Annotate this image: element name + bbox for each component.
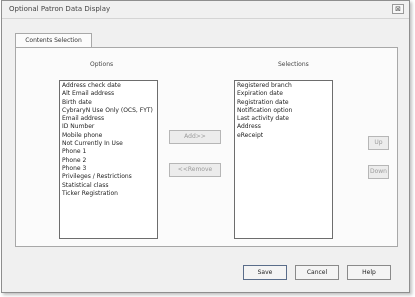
options-label: Options xyxy=(90,61,114,68)
remove-button[interactable]: <<Remove xyxy=(169,163,221,177)
selections-label: Selections xyxy=(278,61,309,68)
list-item[interactable]: Phone 3 xyxy=(62,165,155,173)
tab-contents-selection[interactable]: Contents Selection xyxy=(15,33,92,48)
list-item[interactable]: Last activity date xyxy=(237,115,330,123)
list-item[interactable]: Address xyxy=(237,123,330,131)
selections-listbox[interactable]: Registered branch Expiration date Regist… xyxy=(234,80,333,239)
list-item[interactable]: Statistical class xyxy=(62,182,155,190)
list-item[interactable]: Phone 2 xyxy=(62,157,155,165)
list-item[interactable]: Expiration date xyxy=(237,90,330,98)
list-item[interactable]: Alt Email address xyxy=(62,90,155,98)
list-item[interactable]: Notification option xyxy=(237,107,330,115)
list-item[interactable]: Mobile phone xyxy=(62,132,155,140)
list-item[interactable]: Registered branch xyxy=(237,82,330,90)
list-item[interactable]: Registration date xyxy=(237,99,330,107)
list-item[interactable]: Ticker Registration xyxy=(62,190,155,198)
down-button[interactable]: Down xyxy=(368,165,389,179)
list-item[interactable]: Phone 1 xyxy=(62,148,155,156)
list-item[interactable]: Email address xyxy=(62,115,155,123)
options-listbox[interactable]: Address check date Alt Email address Bir… xyxy=(59,80,158,239)
save-button[interactable]: Save xyxy=(243,265,287,280)
list-item[interactable]: ID Number xyxy=(62,123,155,131)
list-item[interactable]: Address check date xyxy=(62,82,155,90)
list-item[interactable]: Birth date xyxy=(62,99,155,107)
title-bar: Optional Patron Data Display ⊠ xyxy=(2,1,409,19)
window-title: Optional Patron Data Display xyxy=(9,5,111,13)
list-item[interactable]: Not Currently In Use xyxy=(62,140,155,148)
up-button[interactable]: Up xyxy=(368,136,389,150)
cancel-button[interactable]: Cancel xyxy=(295,265,339,280)
help-button[interactable]: Help xyxy=(347,265,391,280)
list-item[interactable]: eReceipt xyxy=(237,132,330,140)
close-button[interactable]: ⊠ xyxy=(392,4,404,14)
list-item[interactable]: CybraryN Use Only (OCS, FYT) xyxy=(62,107,155,115)
list-item[interactable]: Privileges / Restrictions xyxy=(62,173,155,181)
add-button[interactable]: Add>> xyxy=(169,130,221,144)
